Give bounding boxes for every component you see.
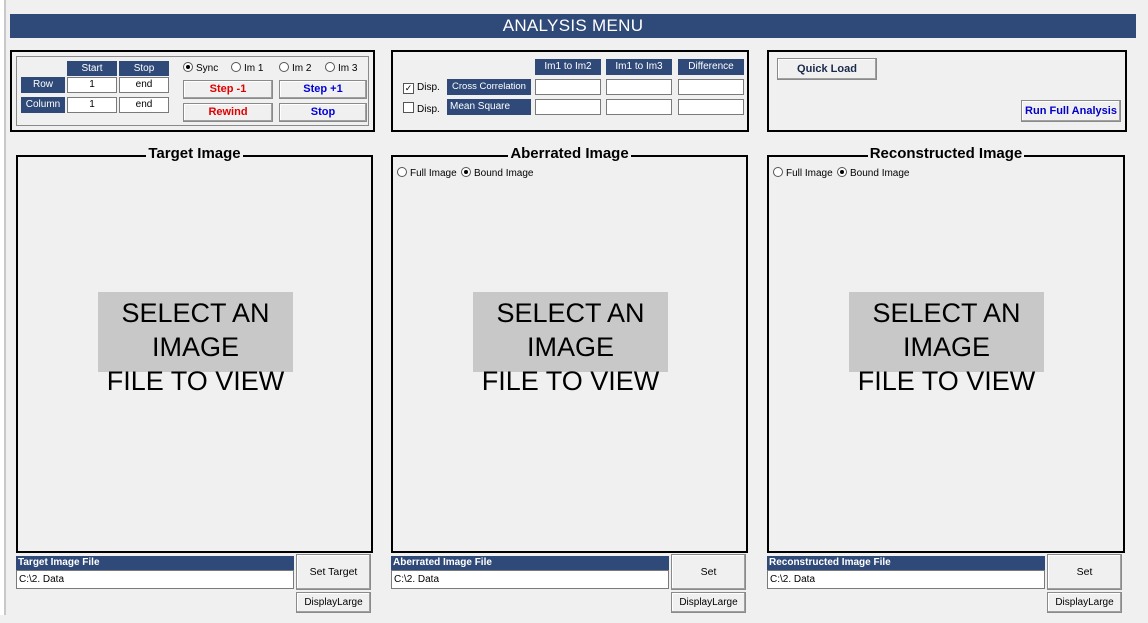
checkbox-checked-icon: ✓	[403, 83, 414, 94]
mean-square-im1-im3-field[interactable]	[606, 99, 672, 115]
reconstructed-full-image-radio[interactable]: Full Image	[773, 167, 833, 179]
reconstructed-bound-image-label: Bound Image	[850, 168, 910, 179]
radio-im1-label: Im 1	[244, 63, 264, 74]
aberrated-full-image-label: Full Image	[410, 168, 457, 179]
stop-button[interactable]: Stop	[279, 103, 367, 122]
aberrated-image-placeholder[interactable]: SELECT AN IMAGE FILE TO VIEW	[473, 292, 668, 396]
metrics-panel: Im1 to Im2 Im1 to Im3 Difference ✓ Disp. …	[391, 50, 749, 132]
radio-im1[interactable]: Im 1	[231, 62, 263, 74]
aberrated-full-image-radio[interactable]: Full Image	[397, 167, 457, 179]
window-title: ANALYSIS MENU	[10, 14, 1136, 38]
radio-im3[interactable]: Im 3	[325, 62, 357, 74]
reconstructed-placeholder-line-1: SELECT AN IMAGE	[872, 298, 1021, 362]
aberrated-bound-image-label: Bound Image	[474, 168, 534, 179]
radio-im3-label: Im 3	[338, 63, 358, 74]
reconstructed-file-path-field[interactable]: C:\2. Data	[767, 570, 1045, 589]
aberrated-display-large-button[interactable]: DisplayLarge	[671, 592, 746, 613]
step-forward-button[interactable]: Step +1	[279, 80, 367, 99]
radio-im2-label: Im 2	[292, 63, 312, 74]
navigation-panel: Start Stop Row 1 end Column 1 end Sync I…	[10, 50, 375, 132]
metric-header-im1-im3: Im1 to Im3	[606, 59, 672, 75]
mean-square-label: Mean Square	[447, 99, 531, 115]
stop-column-header: Stop	[119, 61, 169, 76]
cross-correlation-disp-checkbox[interactable]: ✓ Disp.	[403, 82, 440, 94]
aberrated-image-title: Aberrated Image	[508, 145, 631, 162]
radio-im2[interactable]: Im 2	[279, 62, 311, 74]
radio-sync[interactable]: Sync	[183, 62, 218, 74]
reconstructed-set-button[interactable]: Set Comparison	[1047, 554, 1122, 612]
target-title-wrap: Target Image	[16, 145, 373, 162]
aberrated-file-path-field[interactable]: C:\2. Data	[391, 570, 669, 589]
target-image-title: Target Image	[146, 145, 243, 162]
target-placeholder-line-1: SELECT AN IMAGE	[121, 298, 270, 362]
cross-correlation-disp-label: Disp.	[417, 82, 440, 93]
row-start-field[interactable]: 1	[67, 77, 117, 93]
cross-correlation-im1-im3-field[interactable]	[606, 79, 672, 95]
target-image-placeholder[interactable]: SELECT AN IMAGE FILE TO VIEW	[98, 292, 293, 396]
target-placeholder-line-2: FILE TO VIEW	[106, 366, 285, 396]
mean-square-im1-im2-field[interactable]	[535, 99, 601, 115]
radio-im3-indicator	[325, 62, 335, 72]
metric-header-im1-im2: Im1 to Im2	[535, 59, 601, 75]
checkbox-unchecked-icon	[403, 102, 414, 113]
mean-square-disp-label: Disp.	[417, 104, 440, 115]
run-full-analysis-button[interactable]: Run Full Analysis	[1021, 100, 1121, 122]
metric-header-difference: Difference	[678, 59, 744, 75]
target-set-button[interactable]: Set Target	[296, 554, 371, 590]
aberrated-file-label: Aberrated Image File	[391, 556, 669, 570]
row-label: Row	[21, 77, 65, 93]
cross-correlation-label: Cross Correlation	[447, 79, 531, 95]
reconstructed-title-wrap: Reconstructed Image	[767, 145, 1125, 162]
target-display-large-button[interactable]: DisplayLarge	[296, 592, 371, 613]
column-label: Column	[21, 97, 65, 113]
step-back-button[interactable]: Step -1	[183, 80, 273, 99]
aberrated-set-button[interactable]: Set Comparison	[671, 554, 746, 612]
reconstructed-image-title: Reconstructed Image	[867, 145, 1025, 162]
rewind-button[interactable]: Rewind	[183, 103, 273, 122]
reconstructed-bound-image-radio-indicator	[837, 167, 847, 177]
navigation-panel-inner: Start Stop Row 1 end Column 1 end Sync I…	[16, 56, 369, 126]
aberrated-bound-image-radio-indicator	[461, 167, 471, 177]
column-stop-field[interactable]: end	[119, 97, 169, 113]
radio-im1-indicator	[231, 62, 241, 72]
mean-square-difference-field[interactable]	[678, 99, 744, 115]
reconstructed-full-image-radio-indicator	[773, 167, 783, 177]
aberrated-placeholder-line-2: FILE TO VIEW	[481, 366, 660, 396]
reconstructed-bound-image-radio[interactable]: Bound Image	[837, 167, 910, 179]
aberrated-title-wrap: Aberrated Image	[391, 145, 748, 162]
aberrated-bound-image-radio[interactable]: Bound Image	[461, 167, 534, 179]
row-stop-field[interactable]: end	[119, 77, 169, 93]
target-file-path-field[interactable]: C:\2. Data	[16, 570, 294, 589]
window-left-edge	[0, 0, 6, 615]
radio-sync-indicator	[183, 62, 193, 72]
quick-load-button[interactable]: Quick Load	[777, 58, 877, 80]
reconstructed-file-label: Reconstructed Image File	[767, 556, 1045, 570]
column-start-field[interactable]: 1	[67, 97, 117, 113]
reconstructed-full-image-label: Full Image	[786, 168, 833, 179]
radio-sync-label: Sync	[196, 63, 219, 74]
reconstructed-placeholder-line-2: FILE TO VIEW	[857, 366, 1036, 396]
aberrated-placeholder-line-1: SELECT AN IMAGE	[496, 298, 645, 362]
cross-correlation-difference-field[interactable]	[678, 79, 744, 95]
aberrated-full-image-radio-indicator	[397, 167, 407, 177]
actions-panel: Quick Load Run Full Analysis	[767, 50, 1127, 132]
radio-im2-indicator	[279, 62, 289, 72]
target-file-label: Target Image File	[16, 556, 294, 570]
reconstructed-display-large-button[interactable]: DisplayLarge	[1047, 592, 1122, 613]
reconstructed-image-placeholder[interactable]: SELECT AN IMAGE FILE TO VIEW	[849, 292, 1044, 396]
start-column-header: Start	[67, 61, 117, 76]
mean-square-disp-checkbox[interactable]: Disp.	[403, 102, 440, 115]
cross-correlation-im1-im2-field[interactable]	[535, 79, 601, 95]
